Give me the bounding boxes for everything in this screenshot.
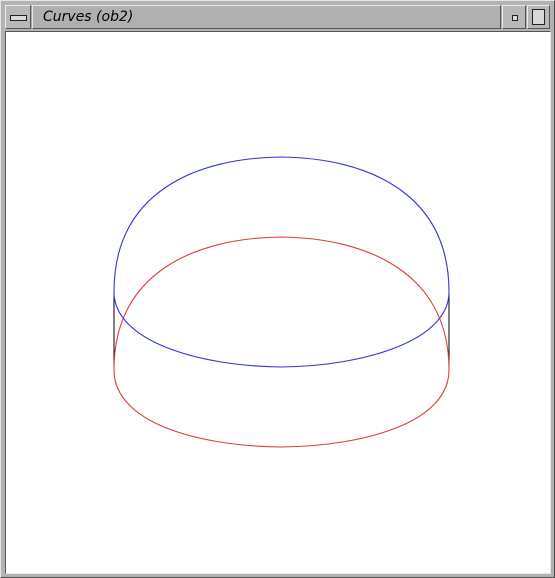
lower-curve xyxy=(113,236,450,448)
window-menu-icon xyxy=(10,15,27,21)
minimize-icon xyxy=(512,15,518,21)
curves-window: Curves (ob2) xyxy=(0,0,555,578)
window-title: Curves (ob2) xyxy=(43,9,134,25)
maximize-icon xyxy=(532,9,545,25)
title-area[interactable]: Curves (ob2) xyxy=(32,5,501,29)
window-menu-button[interactable] xyxy=(5,5,31,29)
drawing-canvas[interactable] xyxy=(5,31,551,574)
upper-curve xyxy=(113,156,450,368)
curves-plot xyxy=(113,156,450,448)
minimize-button[interactable] xyxy=(502,5,526,29)
title-bar[interactable]: Curves (ob2) xyxy=(5,5,550,29)
maximize-button[interactable] xyxy=(527,5,550,29)
